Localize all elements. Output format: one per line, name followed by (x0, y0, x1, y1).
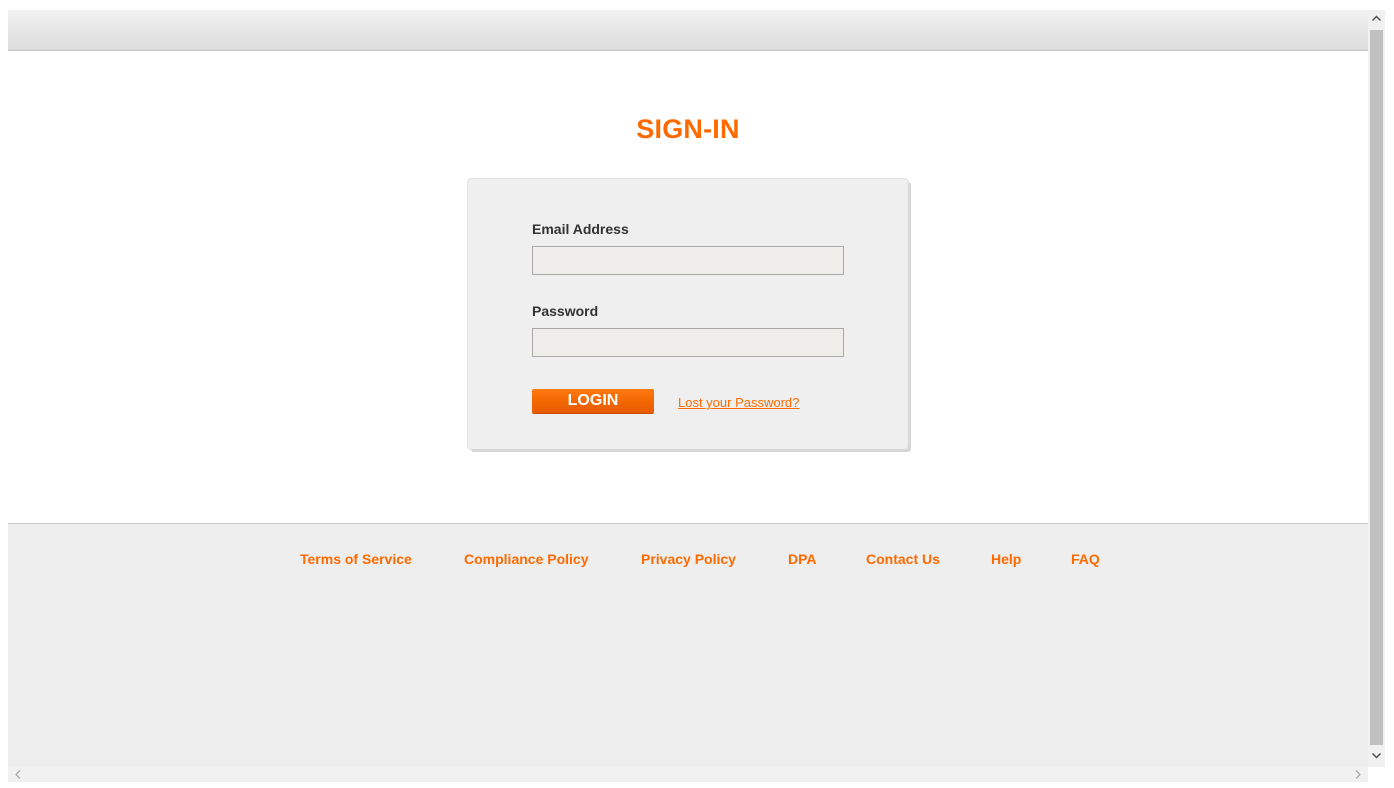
footer-link-compliance-policy[interactable]: Compliance Policy (464, 551, 588, 567)
login-panel: Email Address Password LOGIN Lost your P… (468, 179, 908, 449)
footer-link-privacy-policy[interactable]: Privacy Policy (641, 551, 736, 567)
footer: Terms of Service Compliance Policy Priva… (8, 523, 1368, 767)
footer-link-terms-of-service[interactable]: Terms of Service (300, 551, 412, 567)
chevron-down-icon[interactable] (1368, 747, 1385, 764)
email-field[interactable] (532, 246, 844, 275)
password-label: Password (532, 303, 599, 319)
footer-link-faq[interactable]: FAQ (1071, 551, 1100, 567)
vertical-scrollbar[interactable] (1368, 10, 1385, 767)
lost-password-link[interactable]: Lost your Password? (678, 395, 799, 410)
login-button[interactable]: LOGIN (532, 389, 654, 413)
chevron-up-icon[interactable] (1368, 10, 1385, 27)
footer-link-dpa[interactable]: DPA (788, 551, 817, 567)
horizontal-scrollbar[interactable] (8, 767, 1368, 782)
password-field[interactable] (532, 328, 844, 357)
footer-link-contact-us[interactable]: Contact Us (866, 551, 940, 567)
chevron-left-icon[interactable] (10, 766, 27, 783)
email-label: Email Address (532, 221, 629, 237)
chevron-right-icon[interactable] (1349, 766, 1366, 783)
page-title: SIGN-IN (636, 114, 740, 144)
footer-link-help[interactable]: Help (991, 551, 1021, 567)
vertical-scroll-thumb[interactable] (1370, 30, 1383, 745)
browser-viewport: SIGN-IN Email Address Password LOGIN Los… (8, 10, 1368, 767)
header-bar (8, 10, 1368, 51)
